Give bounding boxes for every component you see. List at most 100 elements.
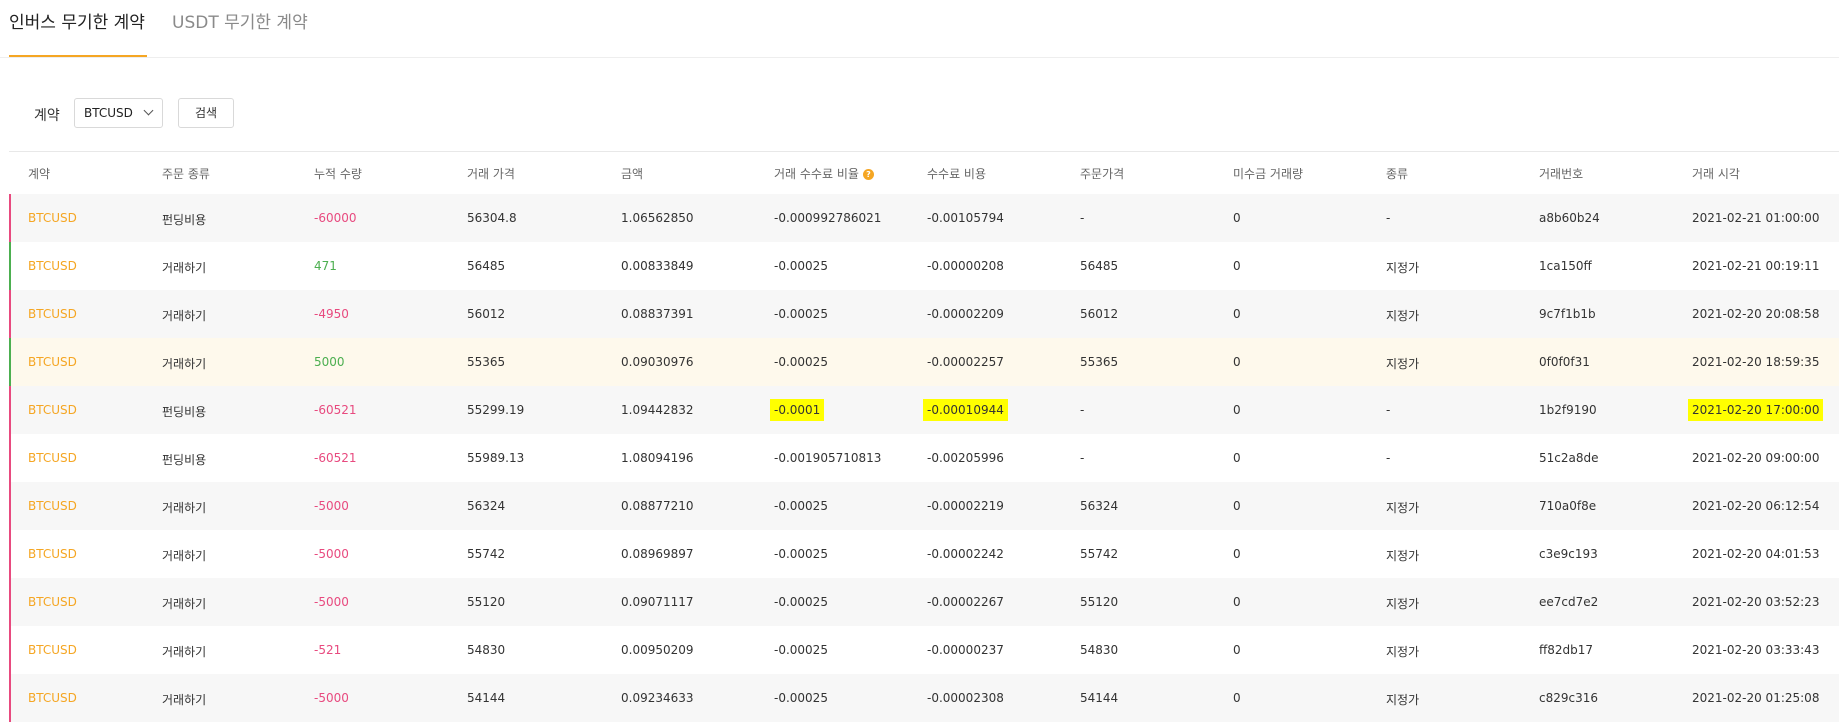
cell-contract[interactable]: BTCUSD — [28, 595, 77, 609]
cell-unfilled: 0 — [1233, 259, 1241, 273]
cell-unfilled: 0 — [1233, 403, 1241, 417]
cell-order-type: 거래하기 — [162, 357, 207, 371]
side-indicator-bar — [9, 530, 11, 578]
cell-time: 2021-02-21 00:19:11 — [1692, 259, 1820, 273]
cell-order-price: 54830 — [1080, 643, 1119, 657]
side-indicator-bar — [9, 626, 11, 674]
table-row: BTCUSD 거래하기 -5000 54144 0.09234633 -0.00025 -0… — [9, 674, 1839, 722]
cell-contract[interactable]: BTCUSD — [28, 547, 77, 561]
cell-price: 56012 — [467, 307, 506, 321]
cell-kind: - — [1386, 211, 1391, 225]
cell-trade-id: 710a0f8e — [1539, 499, 1597, 513]
cell-order-price: 56324 — [1080, 499, 1119, 513]
table-row: BTCUSD 거래하기 -5000 55742 0.08969897 -0.00025 -0… — [9, 530, 1839, 578]
cell-fee: -0.00002209 — [927, 307, 1004, 321]
cell-order-type: 거래하기 — [162, 309, 207, 323]
cell-kind: 지정가 — [1386, 597, 1420, 611]
cell-price: 54144 — [467, 691, 506, 705]
cell-fee-rate: -0.00025 — [774, 547, 828, 561]
cell-amount: 1.08094196 — [621, 451, 694, 465]
table-body: BTCUSD 펀딩비용 -60000 56304.8 1.06562850 -0.0009… — [9, 194, 1839, 722]
cell-quantity: -5000 — [314, 595, 349, 609]
cell-fee: -0.00000237 — [927, 643, 1004, 657]
cell-price: 55742 — [467, 547, 506, 561]
table-row: BTCUSD 거래하기 -521 54830 0.00950209 -0.00025 -0.… — [9, 626, 1839, 674]
contract-select[interactable]: BTCUSD — [74, 98, 163, 128]
cell-order-price: 56485 — [1080, 259, 1119, 273]
cell-contract[interactable]: BTCUSD — [28, 451, 77, 465]
cell-time: 2021-02-20 17:00:00 — [1692, 403, 1820, 417]
cell-unfilled: 0 — [1233, 211, 1241, 225]
cell-unfilled: 0 — [1233, 547, 1241, 561]
cell-kind: 지정가 — [1386, 549, 1420, 563]
cell-time: 2021-02-20 03:33:43 — [1692, 643, 1820, 657]
cell-order-type: 거래하기 — [162, 261, 207, 275]
cell-fee-rate: -0.00025 — [774, 499, 828, 513]
cell-amount: 0.09071117 — [621, 595, 694, 609]
cell-quantity: -5000 — [314, 499, 349, 513]
cell-fee-rate: -0.00025 — [774, 643, 828, 657]
cell-contract[interactable]: BTCUSD — [28, 355, 77, 369]
cell-price: 56485 — [467, 259, 506, 273]
cell-contract[interactable]: BTCUSD — [28, 499, 77, 513]
tab-inverse-perpetual[interactable]: 인버스 무기한 계약 — [9, 0, 147, 57]
cell-fee-rate: -0.00025 — [774, 691, 828, 705]
cell-amount: 1.06562850 — [621, 211, 694, 225]
cell-contract[interactable]: BTCUSD — [28, 307, 77, 321]
cell-fee-rate: -0.001905710813 — [774, 451, 882, 465]
cell-order-type: 펀딩비용 — [162, 405, 207, 419]
cell-price: 55989.13 — [467, 451, 525, 465]
cell-amount: 0.09234633 — [621, 691, 694, 705]
help-icon[interactable]: ? — [862, 169, 874, 180]
table-row: BTCUSD 거래하기 -5000 55120 0.09071117 -0.00025 -0… — [9, 578, 1839, 626]
header-price: 거래 가격 — [467, 167, 515, 181]
cell-order-price: 55742 — [1080, 547, 1119, 561]
cell-trade-id: ee7cd7e2 — [1539, 595, 1599, 609]
cell-unfilled: 0 — [1233, 355, 1241, 369]
cell-contract[interactable]: BTCUSD — [28, 691, 77, 705]
cell-order-price: - — [1080, 211, 1085, 225]
cell-time: 2021-02-20 20:08:58 — [1692, 307, 1820, 321]
table-row: BTCUSD 거래하기 -4950 56012 0.08837391 -0.00025 -0… — [9, 290, 1839, 338]
cell-kind: 지정가 — [1386, 357, 1420, 371]
cell-quantity: -60000 — [314, 211, 357, 225]
cell-amount: 0.08877210 — [621, 499, 694, 513]
cell-price: 54830 — [467, 643, 506, 657]
cell-fee-rate: -0.00025 — [774, 595, 828, 609]
side-indicator-bar — [9, 674, 11, 722]
cell-trade-id: c829c316 — [1539, 691, 1599, 705]
cell-fee-rate: -0.00025 — [774, 259, 828, 273]
cell-unfilled: 0 — [1233, 451, 1241, 465]
cell-contract[interactable]: BTCUSD — [28, 259, 77, 273]
header-order-type: 주문 종류 — [162, 167, 210, 181]
cell-contract[interactable]: BTCUSD — [28, 211, 77, 225]
side-indicator-bar — [9, 578, 11, 626]
cell-time: 2021-02-20 04:01:53 — [1692, 547, 1820, 561]
cell-price: 55120 — [467, 595, 506, 609]
cell-unfilled: 0 — [1233, 691, 1241, 705]
side-indicator-bar — [9, 482, 11, 530]
table-row: BTCUSD 거래하기 5000 55365 0.09030976 -0.00025 -0.… — [9, 338, 1839, 386]
cell-amount: 1.09442832 — [621, 403, 694, 417]
search-button[interactable]: 검색 — [178, 98, 234, 128]
cell-fee: -0.00205996 — [927, 451, 1004, 465]
cell-contract[interactable]: BTCUSD — [28, 403, 77, 417]
cell-time: 2021-02-21 01:00:00 — [1692, 211, 1820, 225]
header-unfilled: 미수금 거래량 — [1233, 167, 1304, 181]
cell-amount: 0.00833849 — [621, 259, 694, 273]
contract-filter-label: 계약 — [34, 108, 60, 124]
cell-time: 2021-02-20 09:00:00 — [1692, 451, 1820, 465]
cell-quantity: -5000 — [314, 691, 349, 705]
cell-fee-rate: -0.0001 — [774, 403, 821, 417]
cell-kind: 지정가 — [1386, 645, 1420, 659]
cell-kind: 지정가 — [1386, 693, 1420, 707]
cell-contract[interactable]: BTCUSD — [28, 643, 77, 657]
tab-usdt-perpetual[interactable]: USDT 무기한 계약 — [172, 0, 308, 57]
cell-trade-id: ff82db17 — [1539, 643, 1594, 657]
header-kind: 종류 — [1386, 167, 1409, 181]
cell-unfilled: 0 — [1233, 595, 1241, 609]
cell-kind: - — [1386, 403, 1391, 417]
cell-time: 2021-02-20 01:25:08 — [1692, 691, 1820, 705]
side-indicator-bar — [9, 290, 11, 338]
cell-trade-id: a8b60b24 — [1539, 211, 1600, 225]
